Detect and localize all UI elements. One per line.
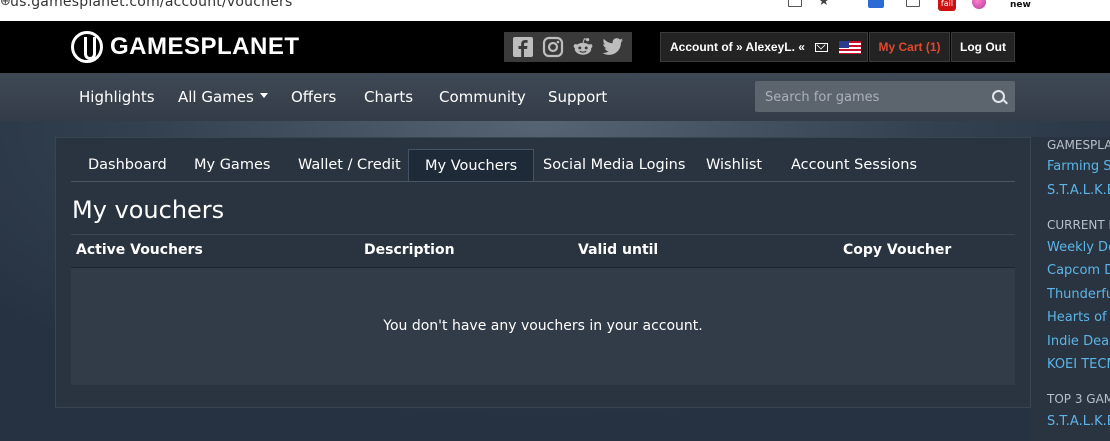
tab-my-games[interactable]: My Games — [194, 149, 270, 181]
search-icon[interactable] — [992, 90, 1005, 103]
sidebar-heading-gamesplanet: GAMESPLAN — [1047, 138, 1110, 152]
nav-all-games-label: All Games — [178, 88, 254, 106]
reddit-icon[interactable] — [572, 36, 594, 58]
account-tabs: Dashboard My Games Wallet / Credit My Vo… — [71, 149, 1015, 182]
twitter-icon[interactable] — [602, 36, 624, 58]
nav-all-games[interactable]: All Games — [178, 73, 268, 121]
search-input[interactable] — [755, 81, 992, 114]
extension-red-badge-icon[interactable]: fail — [938, 0, 956, 11]
sidebar-link[interactable]: Hearts of I — [1047, 310, 1110, 325]
cart-label: My Cart (1) — [878, 40, 941, 54]
sidebar-link[interactable]: S.T.A.L.K.E. — [1047, 183, 1110, 198]
sidebar-link[interactable]: Thunderfu — [1047, 287, 1110, 302]
column-header-description: Description — [364, 242, 455, 258]
logout-button[interactable]: Log Out — [951, 32, 1015, 62]
screen-cast-icon[interactable] — [788, 0, 802, 7]
tab-wishlist[interactable]: Wishlist — [706, 149, 762, 181]
account-menu-button[interactable]: Account of » AlexeyL. « — [660, 32, 868, 62]
nav-charts[interactable]: Charts — [364, 73, 413, 121]
sidebar-heading-top3: TOP 3 GAM — [1047, 392, 1110, 406]
extension-pink-icon[interactable] — [972, 0, 986, 9]
column-header-copy-voucher: Copy Voucher — [843, 242, 952, 258]
gamesplanet-logo[interactable]: GAMESPLANET — [71, 29, 300, 65]
sidebar-link[interactable]: KOEI TECM — [1047, 357, 1110, 372]
sidebar-link[interactable]: Weekly De — [1047, 240, 1110, 255]
right-sidebar: GAMESPLAN Farming Si S.T.A.L.K.E. CURREN… — [1031, 137, 1110, 441]
nav-support[interactable]: Support — [548, 73, 607, 121]
instagram-icon[interactable] — [542, 36, 564, 58]
extension-blue-icon[interactable] — [868, 0, 884, 8]
url-text[interactable]: us.gamesplanet.com/account/vouchers — [10, 0, 292, 10]
cart-button[interactable]: My Cart (1) — [869, 32, 950, 62]
vouchers-table-body: You don't have any vouchers in your acco… — [71, 267, 1015, 385]
column-header-valid-until: Valid until — [578, 242, 659, 258]
site-header: GAMESPLANET Account of » AlexeyL. « My C… — [0, 21, 1110, 73]
sidebar-heading-current: CURRENT P — [1047, 218, 1110, 232]
nav-offers[interactable]: Offers — [291, 73, 336, 121]
logo-text: GAMESPLANET — [110, 33, 300, 60]
extension-mail-icon[interactable] — [906, 0, 920, 7]
social-links — [504, 32, 632, 62]
search-box — [755, 81, 1015, 114]
tab-dashboard[interactable]: Dashboard — [88, 149, 167, 181]
gamesplanet-logo-icon — [71, 31, 103, 63]
facebook-icon[interactable] — [512, 36, 534, 58]
logout-label: Log Out — [960, 40, 1006, 54]
account-panel: Dashboard My Games Wallet / Credit My Vo… — [55, 137, 1031, 408]
chevron-down-icon — [259, 93, 268, 98]
mail-icon[interactable] — [814, 42, 828, 52]
tab-my-vouchers[interactable]: My Vouchers — [408, 149, 535, 181]
browser-extensions: ★ fail new — [780, 0, 1110, 21]
title-divider — [71, 234, 1015, 235]
tab-social-media-logins[interactable]: Social Media Logins — [543, 149, 685, 181]
sidebar-link[interactable]: Indie Deals — [1047, 334, 1110, 349]
main-nav: Highlights All Games Offers Charts Commu… — [0, 73, 1110, 121]
tab-wallet-credit[interactable]: Wallet / Credit — [298, 149, 401, 181]
us-flag-icon[interactable] — [838, 40, 861, 54]
tab-account-sessions[interactable]: Account Sessions — [791, 149, 917, 181]
sidebar-link[interactable]: Capcom D — [1047, 263, 1110, 278]
extension-new-label[interactable]: new — [1010, 0, 1031, 14]
account-name-label: Account of » AlexeyL. « — [670, 40, 805, 54]
column-header-active-vouchers: Active Vouchers — [76, 242, 203, 258]
empty-state-message: You don't have any vouchers in your acco… — [383, 318, 703, 334]
nav-community[interactable]: Community — [439, 73, 526, 121]
page-title: My vouchers — [72, 196, 225, 224]
nav-highlights[interactable]: Highlights — [79, 73, 155, 121]
sidebar-link[interactable]: S.T.A.L.K.E. — [1047, 414, 1110, 429]
bookmark-star-icon[interactable]: ★ — [818, 0, 830, 9]
browser-url-bar: ⊕ us.gamesplanet.com/account/vouchers ★ … — [0, 0, 1110, 21]
sidebar-link[interactable]: Farming Si — [1047, 159, 1110, 174]
